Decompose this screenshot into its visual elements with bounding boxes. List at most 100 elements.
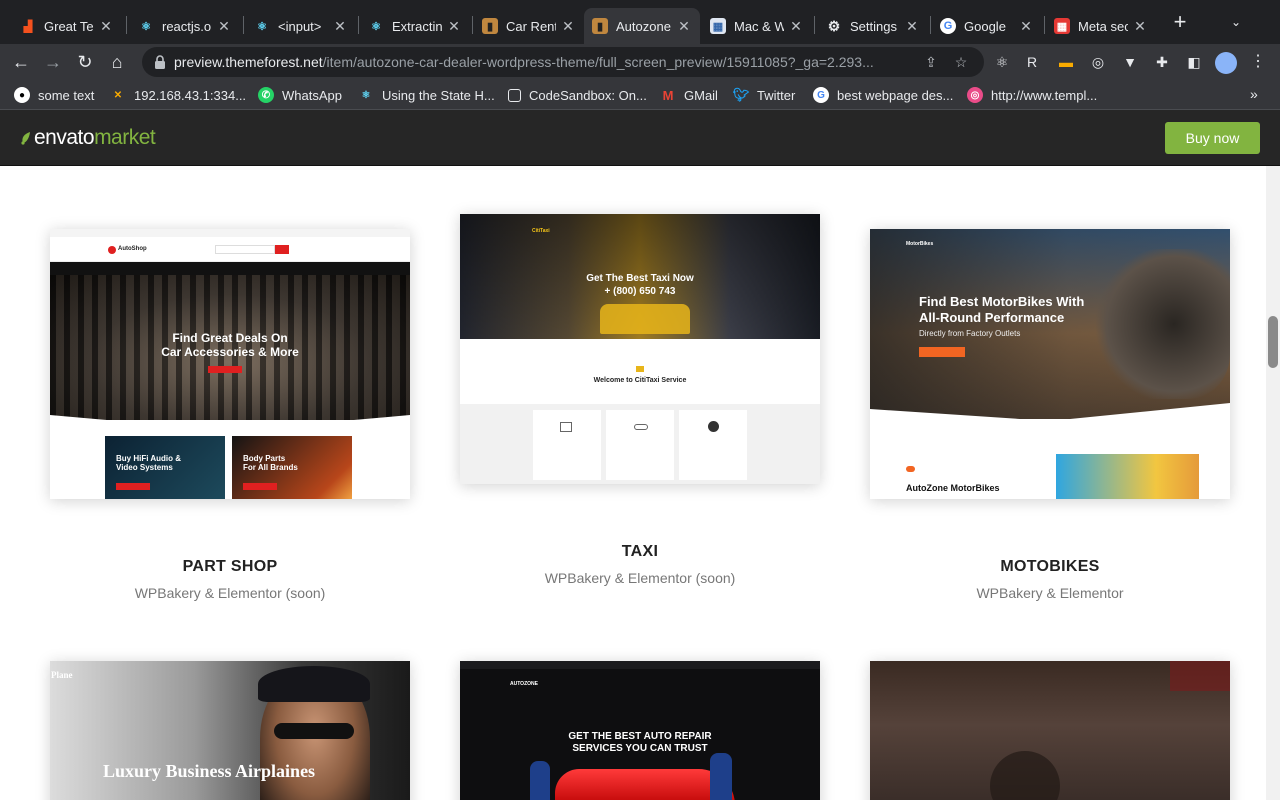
- bookmark-item[interactable]: M GMail: [660, 86, 718, 104]
- envato-logo[interactable]: envato market: [20, 124, 156, 152]
- demo-title[interactable]: MOTOBIKES: [870, 558, 1230, 576]
- page-icon: ▦: [710, 18, 726, 34]
- close-icon[interactable]: ✕: [446, 18, 462, 34]
- browser-tab-bar: ▟ Great Te ✕ ⚛ reactjs.o ✕ ⚛ <input> ✕ ⚛…: [0, 0, 1280, 44]
- forward-button[interactable]: →: [40, 49, 66, 75]
- close-icon[interactable]: ✕: [1132, 18, 1148, 34]
- url-path: /item/autozone-car-dealer-wordpress-them…: [322, 54, 874, 70]
- demo-thumbnail-autozone[interactable]: AUTOZONE GET THE BEST AUTO REPAIR SERVIC…: [460, 661, 820, 800]
- preview-brand: CitiTaxi: [532, 228, 550, 234]
- tab-extracting[interactable]: ⚛ Extractin ✕: [360, 8, 470, 44]
- demo-title[interactable]: PART SHOP: [50, 558, 410, 576]
- tab-reactjs[interactable]: ⚛ reactjs.o ✕: [130, 8, 240, 44]
- tab-title: Meta sec: [1078, 18, 1128, 34]
- buy-now-button[interactable]: Buy now: [1165, 122, 1260, 154]
- google-icon: G: [813, 87, 829, 103]
- tab-title: Google: [964, 18, 1006, 34]
- preview-promo: Body Parts: [243, 454, 286, 463]
- react-icon: ⚛: [257, 20, 267, 33]
- close-icon[interactable]: ✕: [216, 18, 232, 34]
- preview-promo: For All Brands: [243, 463, 298, 472]
- share-icon[interactable]: ⇪: [922, 53, 940, 71]
- tab-title: Car Rent: [506, 18, 556, 34]
- preview-headline: SERVICES YOU CAN TRUST: [572, 743, 708, 754]
- bookmark-label: best webpage des...: [837, 87, 954, 103]
- preview-headline: Find Best MotorBikes With: [919, 294, 1085, 309]
- extension-circle-icon[interactable]: ◎: [1088, 52, 1108, 72]
- preview-section-title: AutoZone MotorBikes: [906, 483, 1000, 493]
- tab-title: Extractin: [392, 18, 442, 34]
- extensions-puzzle-icon[interactable]: ✚: [1152, 52, 1172, 72]
- demo-thumbnail-motobikes[interactable]: MotorBikes Find Best MotorBikes With All…: [870, 229, 1230, 499]
- whatsapp-icon: ✆: [258, 87, 274, 103]
- demo-thumbnail-part-shop[interactable]: AutoShop Find Great Deals On Car Accesso…: [50, 229, 410, 499]
- reload-button[interactable]: ↻: [72, 49, 98, 75]
- leaf-icon: [21, 132, 30, 145]
- close-icon[interactable]: ✕: [98, 18, 114, 34]
- bookmark-label: GMail: [684, 87, 718, 103]
- demo-subtitle: WPBakery & Elementor (soon): [544, 570, 736, 586]
- react-devtools-icon[interactable]: ⚛: [992, 52, 1012, 72]
- tab-mac[interactable]: ▦ Mac & W ✕: [702, 8, 812, 44]
- demo-thumbnail-plane[interactable]: Plane Luxury Business Airplaines: [50, 661, 410, 800]
- react-icon: ⚛: [371, 20, 381, 33]
- codesandbox-icon: [508, 88, 521, 102]
- demo-title[interactable]: TAXI: [460, 543, 820, 561]
- close-icon[interactable]: ✕: [332, 18, 348, 34]
- demo-thumbnail-taxi[interactable]: CitiTaxi Get The Best Taxi Now + (800) 6…: [460, 214, 820, 484]
- tab-car-rent[interactable]: ▮ Car Rent ✕: [474, 8, 584, 44]
- tab-settings[interactable]: ⚙ Settings ✕: [818, 8, 928, 44]
- logo-text-envato: envato: [34, 126, 95, 149]
- side-panel-icon[interactable]: ◧: [1184, 52, 1204, 72]
- bookmark-item[interactable]: G best webpage des...: [813, 86, 953, 104]
- bookmark-item[interactable]: ⚛ Using the State H...: [358, 86, 495, 104]
- back-button[interactable]: ←: [8, 49, 34, 75]
- envato-header: envato market Buy now: [0, 110, 1280, 166]
- browser-menu-icon[interactable]: ⋮: [1250, 52, 1266, 72]
- close-icon[interactable]: ✕: [904, 18, 920, 34]
- demo-thumbnail-blurred[interactable]: [870, 661, 1230, 800]
- new-tab-button[interactable]: +: [1170, 11, 1190, 33]
- react-icon: ⚛: [141, 20, 151, 33]
- lock-icon: [155, 55, 165, 69]
- bookmark-label: WhatsApp: [282, 87, 342, 103]
- google-icon: G: [940, 18, 956, 34]
- close-icon[interactable]: ✕: [788, 18, 804, 34]
- more-bookmarks-icon[interactable]: »: [1250, 86, 1258, 102]
- bookmark-star-icon[interactable]: ☆: [952, 53, 970, 71]
- twitter-icon: 🐦︎: [732, 87, 750, 102]
- extension-folder-icon[interactable]: ▬: [1056, 52, 1076, 72]
- bookmark-label: CodeSandbox: On...: [529, 87, 647, 103]
- bookmark-item[interactable]: ● some text: [14, 86, 94, 104]
- bookmark-label: 192.168.43.1:334...: [134, 87, 247, 103]
- page-scrollbar[interactable]: [1266, 166, 1280, 800]
- preview-brand: AUTOZONE: [510, 681, 538, 687]
- bookmarks-bar: ● some text ✕ 192.168.43.1:334... ✆ What…: [0, 80, 1280, 110]
- preview-brand: AutoShop: [118, 246, 147, 252]
- extension-r-icon[interactable]: R: [1022, 52, 1042, 72]
- extension-v-icon[interactable]: ▼: [1120, 52, 1140, 72]
- tab-title: reactjs.o: [162, 18, 212, 34]
- tab-autozone[interactable]: ▮ Autozone ✕: [584, 8, 700, 44]
- bookmark-item[interactable]: CodeSandbox: On...: [508, 86, 647, 104]
- address-bar[interactable]: preview.themeforest.net/item/autozone-ca…: [142, 47, 984, 77]
- profile-avatar[interactable]: [1215, 52, 1237, 74]
- bookmark-item[interactable]: ✆ WhatsApp: [258, 86, 342, 104]
- close-icon[interactable]: ✕: [560, 18, 576, 34]
- close-icon[interactable]: ✕: [676, 18, 692, 34]
- bookmark-item[interactable]: 🐦︎ Twitter: [732, 86, 796, 104]
- tab-meta[interactable]: ▦ Meta sec ✕: [1046, 8, 1156, 44]
- tab-input[interactable]: ⚛ <input> ✕: [246, 8, 356, 44]
- tab-google[interactable]: G Google ✕: [932, 8, 1042, 44]
- home-button[interactable]: ⌂: [104, 49, 130, 75]
- preview-headline: + (800) 650 743: [604, 286, 676, 297]
- close-icon[interactable]: ✕: [1018, 18, 1034, 34]
- bookmark-item[interactable]: ◎ http://www.templ...: [967, 86, 1097, 104]
- demo-gallery: AutoShop Find Great Deals On Car Accesso…: [0, 166, 1266, 800]
- bookmark-item[interactable]: ✕ 192.168.43.1:334...: [110, 86, 246, 104]
- demo-subtitle: WPBakery & Elementor (soon): [134, 585, 326, 601]
- tab-search-button[interactable]: ⌄: [1224, 10, 1248, 34]
- scrollbar-thumb[interactable]: [1268, 316, 1278, 368]
- themeforest-icon: ▮: [482, 18, 498, 34]
- tab-great-tech[interactable]: ▟ Great Te ✕: [12, 8, 122, 44]
